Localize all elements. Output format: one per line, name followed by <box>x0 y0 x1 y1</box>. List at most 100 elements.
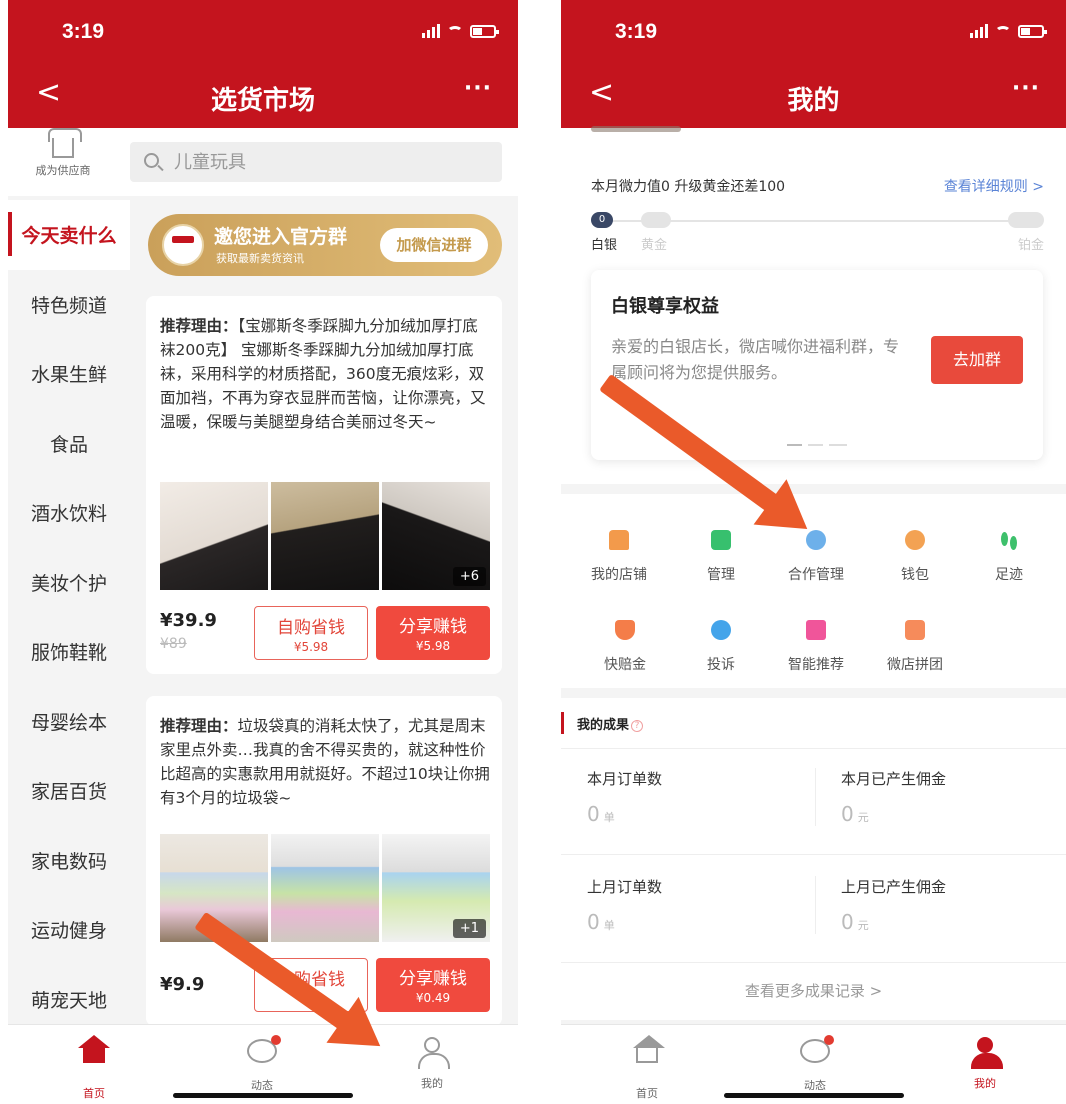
wifi-icon <box>447 26 463 38</box>
menu-complaint[interactable]: 投诉 <box>673 620 769 674</box>
tab-home[interactable]: 首页 <box>607 1035 687 1101</box>
avatar <box>591 126 681 132</box>
stat-unit: 单 <box>603 811 615 824</box>
view-rules-link[interactable]: 查看详细规则 > <box>944 176 1044 196</box>
wifi-icon <box>995 26 1011 38</box>
this-month-commission-value: 0元 <box>841 802 869 826</box>
home-indicator <box>723 1093 904 1098</box>
signal-icon <box>970 24 988 38</box>
left-phone-screen: 3:19 < 选货市场 ··· 成为供应商 今天卖什么 特色频道 水果生鲜 食品… <box>8 0 518 1104</box>
status-icons <box>970 24 1047 38</box>
search-box[interactable] <box>130 142 502 182</box>
category-item[interactable]: 家电数码 <box>8 826 130 896</box>
official-group-banner[interactable]: 邀您进入官方群 获取最新卖货资讯 加微信进群 <box>148 214 502 276</box>
my-results-section: 我的成果? 本月订单数 0单 本月已产生佣金 0元 上月订单数 0单 上月已产生… <box>561 698 1066 1020</box>
menu-footprint[interactable]: 足迹 <box>961 530 1057 584</box>
menu-fast-compensation[interactable]: 快赔金 <box>577 620 673 674</box>
divider <box>561 748 1066 749</box>
product-feed: 邀您进入官方群 获取最新卖货资讯 加微信进群 推荐理由：【宝娜斯冬季踩脚九分加绒… <box>138 200 518 1024</box>
tab-home[interactable]: 首页 <box>54 1035 134 1101</box>
product-card[interactable]: 推荐理由：【宝娜斯冬季踩脚九分加绒加厚打底袜200克】 宝娜斯冬季踩脚九分加绒加… <box>146 296 502 674</box>
tab-mine[interactable]: 我的 <box>392 1035 472 1091</box>
menu-group-buy[interactable]: 微店拼团 <box>867 620 963 674</box>
notification-dot <box>271 1035 281 1045</box>
search-input[interactable] <box>174 142 474 182</box>
product-price: ¥9.9 <box>160 974 205 995</box>
category-item[interactable]: 特色频道 <box>8 270 130 340</box>
help-icon[interactable]: ? <box>631 720 644 732</box>
share-label: 分享赚钱 <box>399 969 467 989</box>
become-supplier-label: 成为供应商 <box>35 164 91 177</box>
benefit-description: 亲爱的白银店长，微店喊你进福利群，专属顾问将为您提供服务。 <box>611 337 900 382</box>
last-month-commission-label: 上月已产生佣金 <box>841 878 947 896</box>
battery-icon <box>1018 24 1047 38</box>
stat-number: 0 <box>841 910 854 934</box>
menu-smart-recommend[interactable]: 智能推荐 <box>768 620 864 674</box>
signal-icon <box>422 24 440 38</box>
category-item[interactable]: 水果生鲜 <box>8 339 130 409</box>
group-logo-icon <box>162 224 204 266</box>
recommend-reason: 推荐理由：【宝娜斯冬季踩脚九分加绒加厚打底袜200克】 宝娜斯冬季踩脚九分加绒加… <box>160 314 490 434</box>
category-item[interactable]: 家居百货 <box>8 756 130 826</box>
become-supplier-button[interactable]: 成为供应商 <box>18 128 108 178</box>
status-icons <box>422 24 499 38</box>
product-image[interactable] <box>160 482 268 590</box>
tab-dynamic[interactable]: 动态 <box>775 1035 855 1093</box>
level-silver: 白银 <box>591 238 618 253</box>
self-buy-amount: ¥5.98 <box>293 640 329 654</box>
share-amount: ¥0.49 <box>415 991 451 1005</box>
view-more-results-link[interactable]: 查看更多成果记录 > <box>561 980 1066 1001</box>
this-month-orders-label: 本月订单数 <box>587 770 663 788</box>
more-button[interactable]: ··· <box>1012 76 1040 101</box>
fast-compensation-icon <box>615 620 635 640</box>
join-group-button[interactable]: 去加群 <box>931 336 1023 384</box>
chat-bubble-icon <box>247 1035 281 1063</box>
tab-mine-label: 我的 <box>421 1077 443 1090</box>
battery-icon <box>470 24 499 38</box>
search-row: 成为供应商 <box>8 128 518 196</box>
category-item[interactable]: 今天卖什么 <box>8 200 130 270</box>
product-image[interactable] <box>271 482 379 590</box>
status-time: 3:19 <box>615 20 658 43</box>
page-title: 选货市场 <box>210 86 315 116</box>
last-month-orders-value: 0单 <box>587 910 615 934</box>
product-image[interactable]: +1 <box>382 834 490 942</box>
banner-subtitle: 获取最新卖货资讯 <box>216 252 304 265</box>
user-icon <box>971 1037 1003 1069</box>
home-icon <box>78 1035 110 1063</box>
menu-wallet[interactable]: 钱包 <box>867 530 963 584</box>
menu-manage[interactable]: 管理 <box>673 530 769 584</box>
share-earn-button[interactable]: 分享赚钱 ¥0.49 <box>376 958 490 1012</box>
nav-bar: < 我的 ··· <box>561 64 1066 128</box>
product-image[interactable] <box>271 834 379 942</box>
more-button[interactable]: ··· <box>464 76 492 101</box>
stat-number: 0 <box>587 910 600 934</box>
store-icon <box>48 128 82 158</box>
category-item[interactable]: 酒水饮料 <box>8 478 130 548</box>
tab-dynamic-label: 动态 <box>804 1079 826 1092</box>
category-item[interactable]: 运动健身 <box>8 895 130 965</box>
category-item[interactable]: 母婴绘本 <box>8 687 130 757</box>
tab-bar: 首页 动态 我的 <box>561 1024 1066 1104</box>
recommend-reason: 推荐理由：垃圾袋真的消耗太快了，尤其是周末家里点外卖…我真的舍不得买贵的，就这种… <box>160 714 490 810</box>
tab-mine[interactable]: 我的 <box>945 1035 1025 1091</box>
self-buy-button[interactable]: 自购省钱 ¥5.98 <box>254 606 368 660</box>
join-wechat-group-button[interactable]: 加微信进群 <box>380 228 488 262</box>
right-phone-screen: 3:19 < 我的 ··· 本月微力值0 升级黄金还差100 查看详细规则 > … <box>561 0 1066 1104</box>
product-card[interactable]: 推荐理由：垃圾袋真的消耗太快了，尤其是周末家里点外卖…我真的舍不得买贵的，就这种… <box>146 696 502 1024</box>
level-marker-current: 0 <box>591 212 613 228</box>
smart-recommend-icon <box>806 620 826 640</box>
chat-bubble-icon <box>800 1035 834 1063</box>
menu-my-store[interactable]: 我的店铺 <box>571 530 667 584</box>
status-time: 3:19 <box>62 20 105 43</box>
tab-dynamic[interactable]: 动态 <box>222 1035 302 1093</box>
menu-label: 合作管理 <box>788 567 844 583</box>
self-buy-label: 自购省钱 <box>277 618 345 638</box>
category-item[interactable]: 服饰鞋靴 <box>8 617 130 687</box>
share-earn-button[interactable]: 分享赚钱 ¥5.98 <box>376 606 490 660</box>
product-image[interactable]: +6 <box>382 482 490 590</box>
tab-home-label: 首页 <box>83 1087 105 1100</box>
category-item[interactable]: 食品 <box>8 409 130 479</box>
category-item[interactable]: 美妆个护 <box>8 548 130 618</box>
level-marker-platinum <box>1008 212 1044 228</box>
